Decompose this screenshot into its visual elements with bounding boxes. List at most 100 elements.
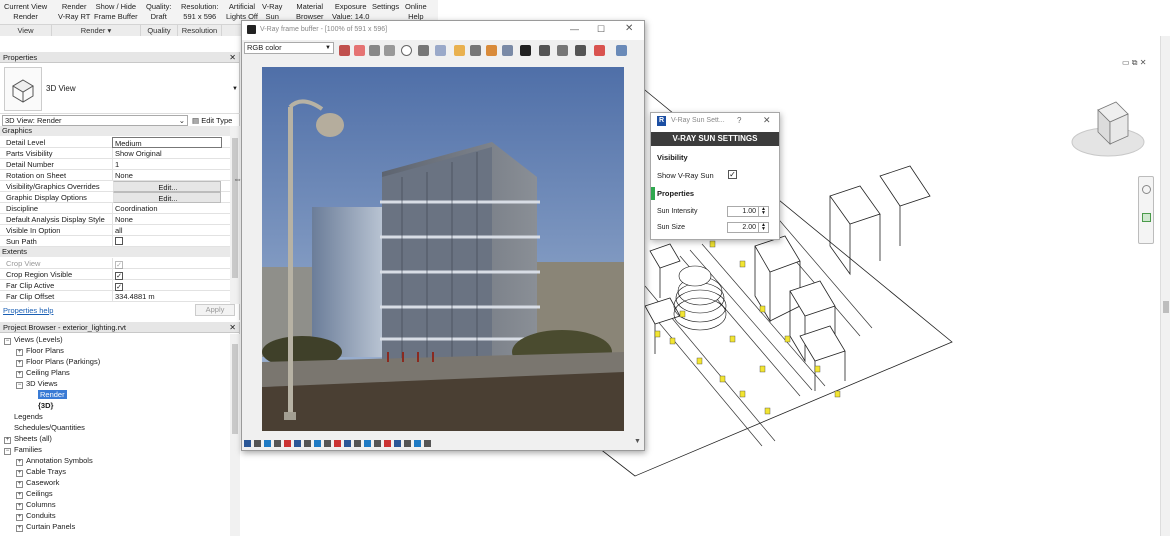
expand-icon[interactable]: +	[16, 459, 23, 466]
vfb-bottom-tool-icon[interactable]	[294, 440, 301, 447]
chevron-down-icon[interactable]: ▼	[232, 86, 238, 92]
zoom-icon[interactable]	[1142, 213, 1151, 222]
help-button[interactable]: ?	[737, 116, 741, 125]
type-selector-preview[interactable]: 3D View ▼	[0, 64, 240, 114]
vfb-tool-icon[interactable]	[339, 45, 350, 56]
property-value[interactable]: None	[112, 214, 222, 225]
edit-button[interactable]: Edit...	[113, 192, 221, 203]
view-cube[interactable]	[1068, 98, 1148, 162]
close-icon[interactable]: ✕	[763, 115, 771, 126]
browser-scrollbar[interactable]	[230, 334, 240, 536]
vfb-bottom-tool-icon[interactable]	[394, 440, 401, 447]
vfb-tool-icon[interactable]	[502, 45, 513, 56]
vfb-bottom-tool-icon[interactable]	[274, 440, 281, 447]
apply-button[interactable]: Apply	[195, 304, 235, 316]
vfb-tool-icon[interactable]	[520, 45, 531, 56]
view-window-controls[interactable]: ▭ ⧉ ✕	[1122, 58, 1146, 68]
minimize-icon[interactable]: —	[570, 24, 579, 34]
tree-item[interactable]: Render	[38, 389, 67, 400]
tree-item[interactable]: + Columns	[16, 499, 56, 510]
vfb-tool-icon[interactable]	[384, 45, 395, 56]
property-value[interactable]: ✓	[112, 269, 222, 280]
tree-item[interactable]: + Ceilings	[16, 488, 53, 499]
tree-item[interactable]: Legends	[14, 411, 43, 422]
close-icon[interactable]: ✕	[229, 322, 236, 333]
ribbon-button-10[interactable]: Online Help	[405, 2, 427, 22]
expand-icon[interactable]: +	[4, 437, 11, 444]
expand-icon[interactable]: +	[16, 503, 23, 510]
close-icon[interactable]: ✕	[625, 23, 633, 34]
vfb-bottom-tool-icon[interactable]	[244, 440, 251, 447]
tree-item[interactable]: Schedules/Quantities	[14, 422, 85, 433]
vfb-bottom-tool-icon[interactable]	[364, 440, 371, 447]
property-checkbox[interactable]	[115, 237, 123, 245]
tree-item[interactable]: + Floor Plans (Parkings)	[16, 356, 100, 367]
expand-icon[interactable]: +	[16, 349, 23, 356]
ribbon-button-3[interactable]: Quality: Draft	[146, 2, 171, 22]
stepper-icon[interactable]: ▲ ▼	[758, 223, 768, 232]
maximize-icon[interactable]: ☐	[597, 24, 605, 35]
expand-icon[interactable]: −	[4, 338, 11, 345]
tree-item[interactable]: − Views (Levels)	[4, 334, 63, 345]
ribbon-group-render[interactable]: Render ▾	[52, 24, 141, 36]
property-value[interactable]: 1	[112, 159, 222, 170]
close-icon[interactable]: ✕	[229, 52, 236, 63]
chevron-down-icon[interactable]: ▼	[634, 438, 641, 445]
vfb-bottom-tool-icon[interactable]	[404, 440, 411, 447]
view-selector[interactable]: 3D View: Render ⌄	[2, 115, 188, 126]
ribbon-button-7[interactable]: Material Browser	[296, 2, 324, 22]
vfb-bottom-tool-icon[interactable]	[344, 440, 351, 447]
property-checkbox[interactable]: ✓	[115, 272, 123, 280]
vfb-tool-icon[interactable]	[369, 45, 380, 56]
stepper-icon[interactable]: ▲ ▼	[758, 207, 768, 216]
vfb-bottom-tool-icon[interactable]	[374, 440, 381, 447]
expand-icon[interactable]: +	[16, 371, 23, 378]
expand-icon[interactable]: +	[16, 525, 23, 532]
property-value[interactable]: Show Original	[112, 148, 222, 159]
tree-item[interactable]: − Families	[4, 444, 42, 455]
tree-item[interactable]: + Conduits	[16, 510, 56, 521]
expand-icon[interactable]: +	[16, 514, 23, 521]
ribbon-button-9[interactable]: Settings	[372, 2, 399, 12]
expand-icon[interactable]: +	[16, 481, 23, 488]
sun-intensity-input[interactable]: 1.00 ▲ ▼	[727, 206, 769, 217]
vfb-bottom-tool-icon[interactable]	[414, 440, 421, 447]
vfb-bottom-tool-icon[interactable]	[284, 440, 291, 447]
vfb-tool-icon[interactable]	[539, 45, 550, 56]
properties-help-link[interactable]: Properties help	[3, 306, 53, 315]
property-checkbox[interactable]: ✓	[115, 261, 123, 269]
property-checkbox[interactable]: ✓	[115, 283, 123, 291]
ribbon-button-8[interactable]: Exposure Value: 14.0	[332, 2, 369, 22]
vfb-bottom-tool-icon[interactable]	[254, 440, 261, 447]
show-sun-checkbox[interactable]: ✓	[728, 170, 737, 179]
tree-item[interactable]: + Curtain Panels	[16, 521, 75, 532]
tree-item[interactable]: + Floor Plans	[16, 345, 64, 356]
property-value[interactable]: all	[112, 225, 222, 236]
vfb-tool-icon[interactable]	[575, 45, 586, 56]
vfb-tool-icon[interactable]	[401, 45, 412, 56]
vfb-tool-icon[interactable]	[486, 45, 497, 56]
property-value[interactable]: ✓	[112, 280, 222, 291]
ribbon-button-6[interactable]: V-Ray Sun	[262, 2, 282, 22]
vfb-tool-icon[interactable]	[454, 45, 465, 56]
resize-handle-icon[interactable]: ⇔	[233, 174, 242, 184]
vfb-bottom-tool-icon[interactable]	[314, 440, 321, 447]
steering-wheel-icon[interactable]	[1142, 185, 1151, 194]
edit-button[interactable]: Edit...	[113, 181, 221, 192]
vfb-bottom-tool-icon[interactable]	[324, 440, 331, 447]
expand-icon[interactable]: +	[16, 492, 23, 499]
property-value[interactable]: 334.4881 m	[112, 291, 222, 302]
expand-icon[interactable]: +	[16, 360, 23, 367]
vfb-tool-icon[interactable]	[354, 45, 365, 56]
ribbon-button-0[interactable]: Current View Render	[4, 2, 47, 22]
tree-item[interactable]: −3D Views	[16, 378, 58, 389]
property-value[interactable]: Coordination	[112, 203, 222, 214]
vfb-tool-icon[interactable]	[557, 45, 568, 56]
tree-item[interactable]: + Ceiling Plans	[16, 367, 70, 378]
channel-select[interactable]: RGB color ▼	[244, 42, 334, 54]
vfb-tool-icon[interactable]	[470, 45, 481, 56]
section-extents[interactable]: Extents	[0, 247, 230, 257]
sun-size-input[interactable]: 2.00 ▲ ▼	[727, 222, 769, 233]
section-graphics[interactable]: Graphics	[0, 126, 230, 136]
edit-type-button[interactable]: ▤ Edit Type	[192, 115, 232, 126]
